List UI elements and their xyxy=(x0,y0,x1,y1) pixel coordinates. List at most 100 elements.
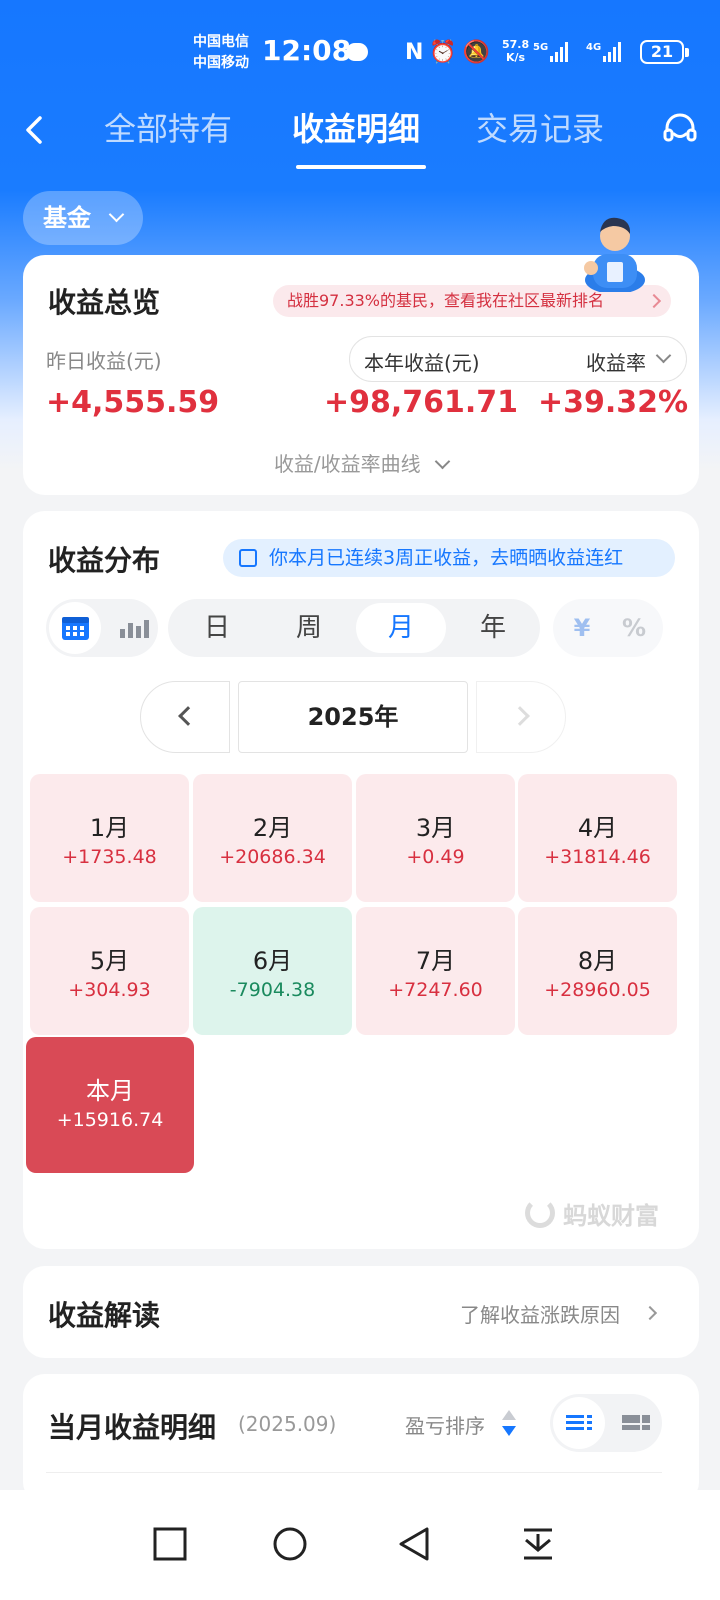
share-icon xyxy=(239,549,257,567)
month-earnings: +28960.05 xyxy=(544,979,651,1001)
tab-all-holdings[interactable]: 全部持有 xyxy=(104,104,232,150)
month-cell-current[interactable]: 本月 +15916.74 xyxy=(26,1037,194,1173)
next-year-button[interactable] xyxy=(476,681,566,753)
calendar-icon xyxy=(62,617,89,640)
signal-bars-2-icon xyxy=(603,40,621,62)
overview-title: 收益总览 xyxy=(48,286,161,319)
month-earnings: +0.49 xyxy=(406,846,465,868)
month-name: 6月 xyxy=(252,947,293,975)
month-cell-jul[interactable]: 7月 +7247.60 xyxy=(356,907,515,1035)
message-notification-icon xyxy=(346,43,368,61)
period-year[interactable]: 年 xyxy=(448,599,538,657)
active-tab-indicator xyxy=(296,165,426,169)
bar-chart-view-button[interactable] xyxy=(106,602,158,654)
square-icon xyxy=(153,1527,187,1561)
signal-type-1: 5G xyxy=(533,42,549,53)
unit-percent-button[interactable]: % xyxy=(609,599,659,657)
bar-chart-icon xyxy=(120,620,149,638)
earnings-distribution-card: 收益分布 你本月已连续3周正收益，去晒晒收益连红 日 周 月 年 ¥ % 202… xyxy=(23,511,699,1249)
customer-service-button[interactable] xyxy=(662,112,698,148)
sort-by-pnl-button[interactable]: 盈亏排序 xyxy=(405,1410,485,1439)
ant-fortune-logo-icon xyxy=(525,1198,555,1228)
divider xyxy=(46,1472,662,1473)
back-button[interactable] xyxy=(20,110,50,150)
period-week[interactable]: 周 xyxy=(264,599,354,657)
yesterday-earnings-label: 昨日收益(元) xyxy=(46,349,162,373)
battery-icon: 21 xyxy=(640,40,689,64)
interpretation-title: 收益解读 xyxy=(48,1299,161,1332)
month-name: 1月 xyxy=(89,814,130,842)
headset-icon xyxy=(663,113,697,142)
signal-type-2: 4G xyxy=(586,42,602,53)
month-name: 4月 xyxy=(577,814,618,842)
unit-toggle: ¥ % xyxy=(553,599,663,657)
month-name: 8月 xyxy=(577,947,618,975)
month-name: 2月 xyxy=(252,814,293,842)
chevron-right-icon xyxy=(510,706,530,726)
system-navigation-bar xyxy=(0,1490,720,1600)
month-cell-jun[interactable]: 6月 -7904.38 xyxy=(193,907,352,1035)
mascot-illustration xyxy=(584,217,645,292)
month-earnings: +20686.34 xyxy=(219,846,326,868)
detail-layout-toggle xyxy=(550,1394,662,1452)
year-earnings-rate-selector[interactable]: 本年收益(元) 收益率 xyxy=(349,336,687,382)
month-earnings: -7904.38 xyxy=(229,979,316,1001)
unit-amount-button[interactable]: ¥ xyxy=(557,599,607,657)
carrier-2: 中国移动 xyxy=(193,55,249,71)
notification-shade-button[interactable] xyxy=(518,1524,558,1564)
chevron-right-icon xyxy=(642,1305,658,1321)
month-cell-aug[interactable]: 8月 +28960.05 xyxy=(518,907,677,1035)
month-cell-mar[interactable]: 3月 +0.49 xyxy=(356,774,515,902)
month-cell-feb[interactable]: 2月 +20686.34 xyxy=(193,774,352,902)
month-name: 7月 xyxy=(415,947,456,975)
home-button[interactable] xyxy=(270,1524,310,1564)
earnings-interpretation-card[interactable]: 收益解读 了解收益涨跌原因 xyxy=(23,1266,699,1358)
month-cell-jan[interactable]: 1月 +1735.48 xyxy=(30,774,189,902)
period-day[interactable]: 日 xyxy=(172,599,262,657)
interpretation-link[interactable]: 了解收益涨跌原因 xyxy=(460,1299,620,1328)
calendar-view-button[interactable] xyxy=(49,602,101,654)
monthly-detail-card: 当月收益明细 (2025.09) 盈亏排序 xyxy=(23,1374,699,1504)
year-label: 2025年 xyxy=(238,681,468,753)
streak-banner[interactable]: 你本月已连续3周正收益，去晒晒收益连红 xyxy=(223,539,675,577)
monthly-detail-period: (2025.09) xyxy=(238,1412,337,1436)
network-speed: 57.8 K/s xyxy=(502,38,529,64)
signal-bars-1-icon xyxy=(550,40,568,62)
recent-apps-button[interactable] xyxy=(150,1524,190,1564)
month-earnings: +304.93 xyxy=(68,979,151,1001)
distribution-title: 收益分布 xyxy=(48,544,161,577)
card-layout-button[interactable] xyxy=(610,1397,662,1449)
period-selector: 日 周 月 年 xyxy=(168,599,540,657)
chevron-left-icon xyxy=(178,706,198,726)
status-bar: 中国电信 中国移动 12:08 N⏰🔕 57.8 K/s 5G 4G 21 xyxy=(0,30,720,80)
tab-transaction-records[interactable]: 交易记录 xyxy=(476,104,604,150)
month-cell-may[interactable]: 5月 +304.93 xyxy=(30,907,189,1035)
card-layout-icon xyxy=(622,1415,650,1430)
earnings-rate-value: +39.32% xyxy=(538,385,689,420)
month-name: 3月 xyxy=(415,814,456,842)
view-mode-toggle xyxy=(46,599,158,657)
carrier-labels: 中国电信 中国移动 xyxy=(193,32,249,74)
previous-year-button[interactable] xyxy=(140,681,230,753)
month-earnings: +7247.60 xyxy=(388,979,483,1001)
earnings-rate-label: 收益率 xyxy=(586,351,646,375)
asset-type-dropdown[interactable]: 基金 xyxy=(23,191,143,245)
curve-link-label: 收益/收益率曲线 xyxy=(273,452,421,476)
circle-icon xyxy=(273,1527,307,1561)
month-cell-apr[interactable]: 4月 +31814.46 xyxy=(518,774,677,902)
chevron-right-icon xyxy=(646,293,662,309)
yesterday-earnings-value: +4,555.59 xyxy=(46,385,220,420)
streak-banner-text: 你本月已连续3周正收益，去晒晒收益连红 xyxy=(269,547,624,569)
tab-earnings-detail[interactable]: 收益明细 xyxy=(292,104,420,150)
period-month[interactable]: 月 xyxy=(356,599,446,657)
brand-watermark: 蚂蚁财富 xyxy=(525,1196,659,1231)
watermark-text: 蚂蚁财富 xyxy=(563,1202,659,1230)
sort-arrows-icon xyxy=(502,1410,516,1436)
earnings-curve-toggle[interactable]: 收益/收益率曲线 xyxy=(23,448,699,477)
list-layout-button[interactable] xyxy=(553,1397,605,1449)
month-earnings: +31814.46 xyxy=(544,846,651,868)
chevron-down-icon xyxy=(108,206,125,223)
month-earnings: +15916.74 xyxy=(56,1109,164,1131)
back-nav-button[interactable] xyxy=(394,1524,434,1564)
triangle-back-icon xyxy=(399,1527,429,1561)
